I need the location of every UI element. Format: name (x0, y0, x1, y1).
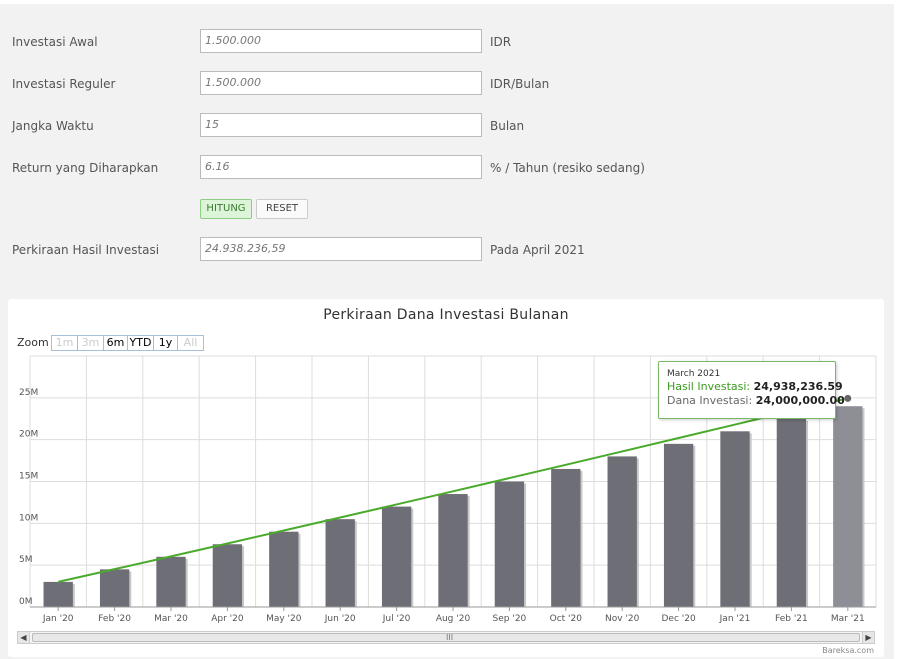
bar (269, 531, 299, 607)
x-tick-label: Jan '20 (42, 614, 74, 624)
y-tick-label: 0M (19, 597, 33, 607)
label-return: Return yang Diharapkan (12, 161, 159, 175)
bar (381, 506, 412, 607)
bar (720, 431, 750, 607)
highlight-marker (843, 393, 853, 403)
unit-investasi-reguler: IDR/Bulan (490, 77, 550, 91)
bar (156, 556, 186, 607)
x-tick-label: Mar '21 (831, 614, 865, 624)
output-perkiraan-hasil: 24.938.236,59 (200, 237, 482, 261)
x-tick-label: Mar '20 (154, 614, 188, 624)
chart-plot: 0M 5M 10M 15M 20M 25M Jan '20 Feb '20 Mar '20 Ap… (19, 355, 877, 624)
unit-perkiraan-hasil: Pada April 2021 (490, 243, 585, 257)
bar (663, 443, 694, 607)
input-investasi-awal[interactable]: 1.500.000 (200, 29, 482, 53)
y-tick-layer: 0M 5M 10M 15M 20M 25M (19, 388, 38, 607)
bar (212, 544, 243, 607)
label-perkiraan-hasil: Perkiraan Hasil Investasi (12, 243, 160, 257)
input-return[interactable]: 6.16 (200, 155, 482, 179)
label-investasi-reguler: Investasi Reguler (12, 77, 116, 91)
bar (438, 494, 468, 607)
scroll-right-arrow-icon[interactable]: ▶ (862, 632, 874, 643)
x-tick-label: Feb '20 (98, 614, 131, 624)
tooltip-dana-value: 24,000,000.00 (755, 394, 845, 407)
y-tick-label: 25M (19, 388, 38, 398)
chart-tooltip: March 2021 Hasil Investasi: 24,938,236.5… (658, 361, 845, 419)
x-tick-label: Jan '21 (719, 614, 751, 624)
x-tick-label: Dec '20 (661, 614, 695, 624)
scroll-thumb[interactable]: III (32, 633, 860, 642)
tooltip-hasil-row: Hasil Investasi: 24,938,236.59 (667, 380, 843, 393)
y-tick-label: 15M (19, 472, 38, 482)
chart-panel: Perkiraan Dana Investasi Bulanan Zoom 1m… (8, 299, 884, 657)
bar (776, 418, 807, 607)
bar-layer (43, 406, 865, 607)
chart-scrollbar[interactable]: ◀ III ▶ (17, 631, 875, 644)
y-tick-label: 20M (19, 430, 38, 440)
x-tick-label: Sep '20 (493, 614, 527, 624)
y-tick-label: 5M (19, 555, 33, 565)
top-border (0, 0, 897, 4)
x-tick-label: Jul '20 (382, 614, 411, 624)
x-tick-label: Oct '20 (550, 614, 583, 624)
chart-credit: Bareksa.com (822, 646, 874, 655)
hitung-button[interactable]: HITUNG (200, 199, 252, 219)
tooltip-title: March 2021 (667, 369, 721, 379)
y-tick-label: 10M (19, 513, 38, 523)
tooltip-dana-label: Dana Investasi: (667, 394, 753, 407)
x-tick-label: Jun '20 (324, 614, 356, 624)
x-tick-layer: Jan '20 Feb '20 Mar '20 Apr '20 May '20 Jun '… (30, 606, 876, 624)
bar (325, 519, 355, 607)
bar (551, 468, 581, 607)
bar (99, 569, 130, 607)
tooltip-hasil-label: Hasil Investasi: (667, 380, 751, 393)
label-jangka-waktu: Jangka Waktu (12, 119, 94, 133)
x-tick-label: Feb '21 (775, 614, 808, 624)
unit-return: % / Tahun (resiko sedang) (490, 161, 645, 175)
bar (43, 581, 73, 607)
bar (494, 481, 525, 607)
scroll-left-arrow-icon[interactable]: ◀ (18, 632, 30, 643)
reset-button[interactable]: RESET (256, 199, 308, 219)
input-investasi-reguler[interactable]: 1.500.000 (200, 71, 482, 95)
x-tick-label: May '20 (266, 614, 302, 624)
tooltip-hasil-value: 24,938,236.59 (753, 380, 843, 393)
x-tick-label: Nov '20 (605, 614, 640, 624)
x-tick-label: Apr '20 (211, 614, 244, 624)
x-tick-label: Aug '20 (436, 614, 471, 624)
unit-jangka-waktu: Bulan (490, 119, 525, 133)
input-jangka-waktu[interactable]: 15 (200, 113, 482, 137)
unit-investasi-awal: IDR (490, 35, 512, 49)
bar (833, 406, 863, 607)
tooltip-dana-row: Dana Investasi: 24,000,000.00 (667, 394, 845, 407)
scroll-grip: III (446, 633, 454, 642)
label-investasi-awal: Investasi Awal (12, 35, 98, 49)
bar (607, 456, 637, 607)
